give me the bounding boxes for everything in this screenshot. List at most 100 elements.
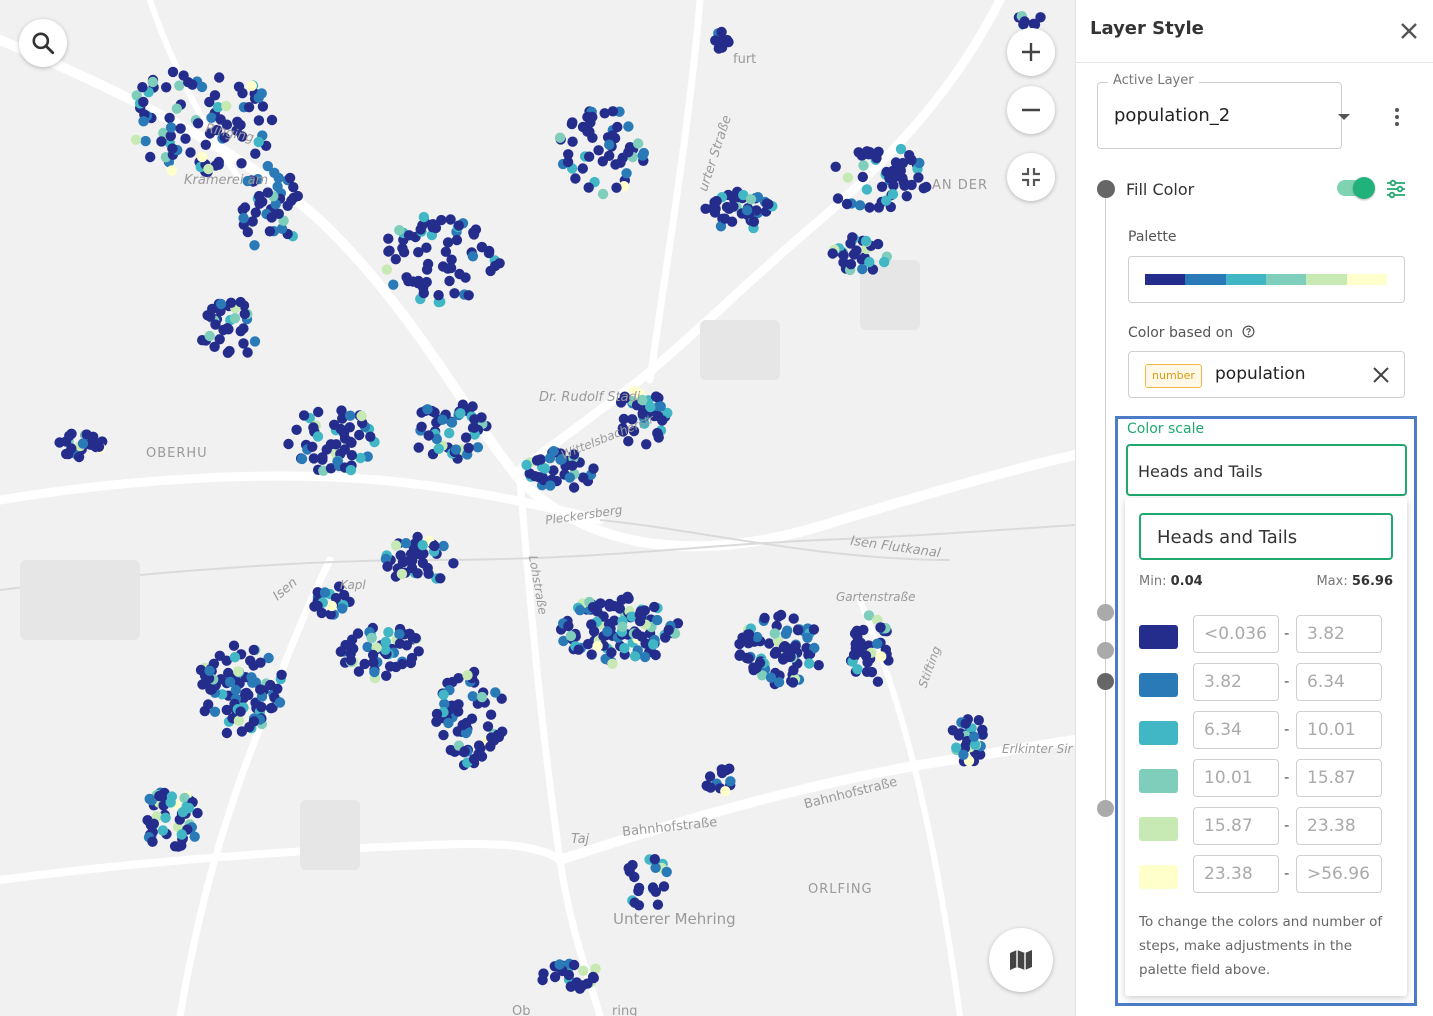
- population-point[interactable]: [463, 442, 474, 454]
- population-point[interactable]: [339, 444, 350, 455]
- tune-icon[interactable]: [1385, 178, 1407, 200]
- population-point[interactable]: [743, 629, 755, 640]
- population-point[interactable]: [284, 172, 296, 184]
- population-point[interactable]: [175, 123, 186, 134]
- population-point[interactable]: [253, 92, 264, 103]
- population-point[interactable]: [973, 715, 984, 726]
- population-point[interactable]: [879, 256, 890, 268]
- population-point[interactable]: [610, 159, 621, 170]
- population-point[interactable]: [356, 410, 367, 422]
- population-point[interactable]: [889, 171, 901, 183]
- population-point[interactable]: [623, 147, 634, 158]
- population-point[interactable]: [607, 106, 619, 117]
- population-point[interactable]: [622, 591, 633, 602]
- population-point[interactable]: [531, 455, 543, 466]
- population-point[interactable]: [264, 226, 276, 237]
- population-point[interactable]: [713, 43, 724, 54]
- population-point[interactable]: [568, 482, 580, 493]
- population-point[interactable]: [250, 148, 261, 159]
- population-point[interactable]: [352, 628, 364, 639]
- population-point[interactable]: [248, 644, 259, 656]
- population-point[interactable]: [852, 664, 863, 675]
- population-point[interactable]: [787, 677, 799, 688]
- population-point[interactable]: [138, 96, 149, 108]
- population-point[interactable]: [394, 628, 405, 640]
- population-point[interactable]: [857, 171, 868, 183]
- population-point[interactable]: [180, 133, 191, 144]
- population-point[interactable]: [754, 657, 766, 669]
- population-point[interactable]: [529, 471, 541, 482]
- population-point[interactable]: [918, 183, 929, 194]
- population-point[interactable]: [592, 606, 603, 617]
- population-point[interactable]: [661, 866, 672, 878]
- population-point[interactable]: [759, 612, 770, 624]
- population-point[interactable]: [167, 143, 178, 154]
- population-point[interactable]: [165, 122, 177, 133]
- population-point[interactable]: [490, 687, 501, 698]
- population-point[interactable]: [641, 439, 652, 450]
- population-point[interactable]: [164, 112, 175, 124]
- step-from-input[interactable]: 3.82: [1193, 663, 1279, 701]
- population-point[interactable]: [438, 540, 449, 552]
- population-point[interactable]: [196, 81, 208, 93]
- population-point[interactable]: [417, 557, 429, 569]
- population-point[interactable]: [421, 276, 432, 288]
- population-point[interactable]: [256, 701, 267, 713]
- population-point[interactable]: [213, 159, 224, 170]
- population-point[interactable]: [453, 699, 464, 710]
- population-point[interactable]: [887, 189, 899, 200]
- population-point[interactable]: [157, 825, 169, 836]
- population-point[interactable]: [860, 650, 872, 661]
- step-from-input[interactable]: 6.34: [1193, 711, 1279, 749]
- population-point[interactable]: [224, 676, 236, 688]
- population-point[interactable]: [623, 121, 634, 132]
- step-to-input[interactable]: 6.34: [1296, 663, 1382, 701]
- population-point[interactable]: [312, 600, 323, 611]
- population-point[interactable]: [872, 676, 884, 687]
- population-point[interactable]: [221, 704, 232, 716]
- population-point[interactable]: [431, 708, 443, 720]
- population-point[interactable]: [445, 214, 456, 225]
- population-point[interactable]: [633, 885, 644, 897]
- population-point[interactable]: [705, 782, 716, 793]
- population-point[interactable]: [468, 227, 479, 238]
- population-point[interactable]: [864, 202, 875, 213]
- population-point[interactable]: [485, 709, 497, 720]
- population-point[interactable]: [156, 136, 167, 147]
- population-point[interactable]: [802, 632, 813, 643]
- population-point[interactable]: [345, 410, 356, 421]
- population-point[interactable]: [435, 573, 446, 584]
- population-point[interactable]: [433, 290, 444, 301]
- population-point[interactable]: [243, 102, 255, 113]
- population-point[interactable]: [438, 689, 449, 700]
- population-point[interactable]: [521, 459, 532, 471]
- population-point[interactable]: [564, 472, 575, 483]
- population-point[interactable]: [469, 414, 480, 425]
- step-to-input[interactable]: 10.01: [1296, 711, 1382, 749]
- population-point[interactable]: [652, 614, 663, 626]
- palette-selector[interactable]: [1128, 256, 1405, 303]
- population-point[interactable]: [775, 609, 787, 621]
- population-point[interactable]: [578, 965, 589, 976]
- population-point[interactable]: [623, 863, 634, 874]
- population-point[interactable]: [154, 790, 165, 802]
- population-point[interactable]: [588, 626, 600, 637]
- population-point[interactable]: [336, 405, 347, 416]
- population-point[interactable]: [187, 79, 198, 90]
- population-point[interactable]: [383, 233, 394, 244]
- population-point[interactable]: [545, 480, 556, 491]
- population-point[interactable]: [728, 201, 739, 212]
- population-point[interactable]: [335, 423, 346, 435]
- population-point[interactable]: [365, 431, 376, 442]
- population-point[interactable]: [233, 715, 245, 726]
- population-point[interactable]: [345, 655, 357, 666]
- population-point[interactable]: [864, 256, 875, 268]
- population-point[interactable]: [130, 134, 142, 145]
- population-point[interactable]: [565, 630, 577, 642]
- population-point[interactable]: [876, 651, 887, 662]
- step-to-input[interactable]: 23.38: [1296, 807, 1382, 845]
- population-point[interactable]: [161, 82, 172, 93]
- population-point[interactable]: [455, 408, 466, 419]
- population-point[interactable]: [144, 793, 155, 805]
- population-point[interactable]: [947, 725, 959, 736]
